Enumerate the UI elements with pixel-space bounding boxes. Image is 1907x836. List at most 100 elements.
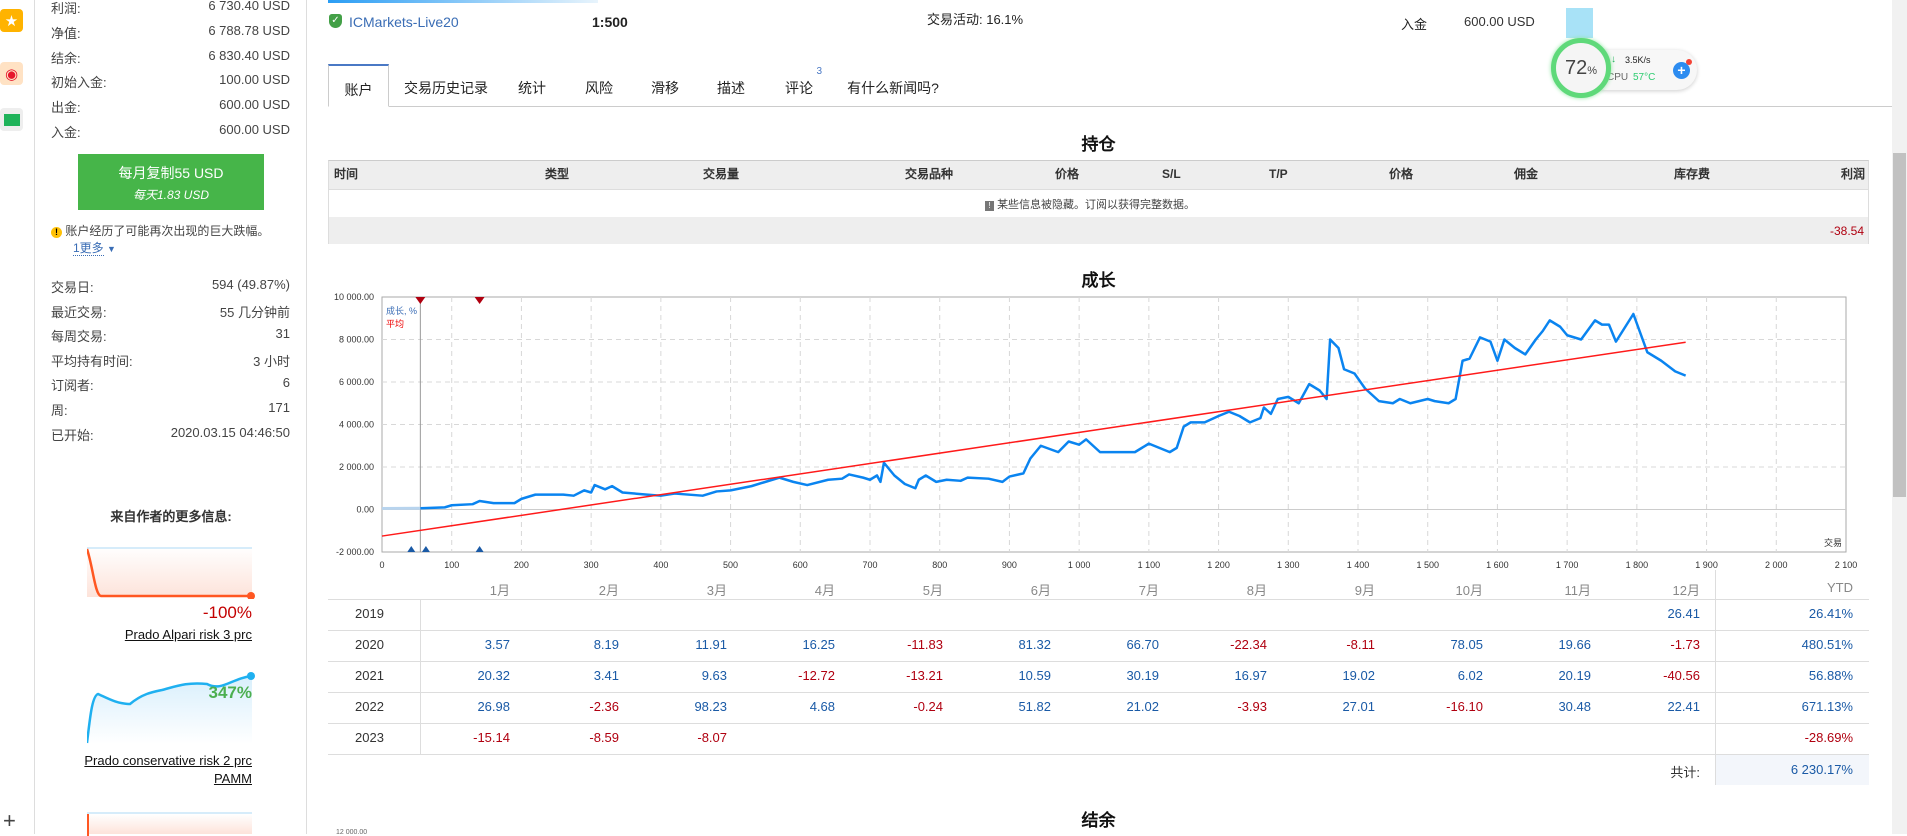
signal-1-link[interactable]: Prado Alpari risk 3 prc <box>82 627 252 642</box>
mail-icon[interactable] <box>0 108 23 131</box>
x-tick-label: 900 <box>1002 560 1017 570</box>
stat-row: 利润:6 730.40 USD <box>51 0 290 17</box>
x-tick-label: 1 500 <box>1416 560 1439 570</box>
row-divider <box>328 661 1869 662</box>
stat-row: 平均持有时间:3 小时 <box>51 351 290 370</box>
stat-label: 交易日: <box>51 277 94 296</box>
server-name[interactable]: ICMarkets-Live20 <box>349 14 459 30</box>
signal-chart-2[interactable] <box>87 668 252 744</box>
tab-1[interactable]: 交易历史记录 <box>396 64 496 107</box>
x-tick-label: 1 800 <box>1626 560 1649 570</box>
tab-2[interactable]: 统计 <box>506 64 558 107</box>
month-return: 16.97 <box>1187 668 1267 683</box>
x-tick-label: 1 600 <box>1486 560 1509 570</box>
month-return: 19.66 <box>1511 637 1591 652</box>
tab-0[interactable]: 账户 <box>328 64 389 107</box>
verified-check-icon: ✓ <box>329 14 342 28</box>
header-bar-fragment <box>328 0 598 3</box>
positions-total-row <box>329 217 1868 244</box>
stat-value: 600.00 USD <box>219 97 290 116</box>
balance-chart-top-tick: 12 000.00 <box>336 829 367 836</box>
signal-chart-3[interactable] <box>87 812 252 834</box>
stat-label: 周: <box>51 400 68 419</box>
tab-label: 交易历史记录 <box>404 80 488 96</box>
month-header: 8月 <box>1187 580 1267 599</box>
year-label: 2019 <box>355 606 384 621</box>
tab-label: 描述 <box>717 80 745 96</box>
memory-usage-gauge[interactable]: 72% <box>1551 38 1611 98</box>
star-icon[interactable]: ★ <box>0 9 23 32</box>
positions-column-header: T/P <box>1269 160 1288 189</box>
stat-value: 600.00 USD <box>219 122 290 141</box>
x-tick-label: 1 300 <box>1277 560 1300 570</box>
chevron-down-icon[interactable]: ▼ <box>107 244 116 254</box>
stat-label: 净值: <box>51 23 81 42</box>
year-label: 2023 <box>355 730 384 745</box>
row-divider <box>328 692 1869 693</box>
tab-6[interactable]: 评论3 <box>770 64 828 107</box>
positions-column-header: 价格 <box>1389 160 1413 189</box>
x-tick-label: 100 <box>444 560 459 570</box>
signal-2-growth: 347% <box>150 683 252 703</box>
y-tick-label: 10 000.00 <box>334 292 374 302</box>
month-header: 5月 <box>863 580 943 599</box>
year-label: 2022 <box>355 699 384 714</box>
tab-5[interactable]: 描述 <box>704 64 758 107</box>
stat-label: 最近交易: <box>51 302 107 321</box>
tab-bar-border <box>328 106 1892 107</box>
stat-row: 最近交易:55 几分钟前 <box>51 302 290 321</box>
scrollbar-thumb[interactable] <box>1893 153 1906 497</box>
more-link[interactable]: 1更多 <box>73 241 104 256</box>
positions-column-header: S/L <box>1162 160 1181 189</box>
signal-chart-1[interactable] <box>87 547 252 599</box>
total-value: 6 230.17% <box>1773 762 1853 777</box>
tab-label: 滑移 <box>651 80 679 96</box>
stat-value: 594 (49.87%) <box>212 277 290 296</box>
tab-3[interactable]: 风险 <box>572 64 626 107</box>
legend-growth: 成长, % <box>386 305 417 316</box>
ytd-header: YTD <box>1773 580 1853 595</box>
leverage: 1:500 <box>592 14 628 30</box>
stat-value: 6 830.40 USD <box>208 48 290 67</box>
month-return: 26.98 <box>430 699 510 714</box>
stat-value: 100.00 USD <box>219 72 290 91</box>
tab-label: 有什么新闻吗? <box>847 80 939 96</box>
positions-total-profit: -38.54 <box>1760 224 1864 238</box>
weibo-icon[interactable]: ◉ <box>0 62 23 85</box>
month-return: 27.01 <box>1295 699 1375 714</box>
stat-row: 初始入金:100.00 USD <box>51 72 290 91</box>
row-divider <box>328 754 1869 755</box>
month-header: 2月 <box>539 580 619 599</box>
plus-icon[interactable]: + <box>3 808 16 834</box>
month-header: 9月 <box>1295 580 1375 599</box>
x-tick-label: 800 <box>932 560 947 570</box>
x-tick-label: 0 <box>379 560 384 570</box>
month-header: 4月 <box>755 580 835 599</box>
x-tick-label: 1 400 <box>1347 560 1370 570</box>
year-label: 2020 <box>355 637 384 652</box>
month-return: 11.91 <box>647 637 727 652</box>
deposit-value: 600.00 USD <box>1464 14 1535 29</box>
copy-monthly-price: 每月复制55 USD <box>118 165 223 181</box>
month-header: 7月 <box>1079 580 1159 599</box>
tab-label: 评论 <box>785 80 813 96</box>
copy-subscribe-button[interactable]: 每月复制55 USD 每天1.83 USD <box>78 154 264 210</box>
signal-2-link[interactable]: Prado conservative risk 2 prc PAMM <box>82 752 252 788</box>
tab-4[interactable]: 滑移 <box>638 64 692 107</box>
growth-chart[interactable]: 01002003004005006007008009001 0001 1001 … <box>320 285 1880 575</box>
year-col-divider <box>420 599 421 754</box>
month-return: 21.02 <box>1079 699 1159 714</box>
x-tick-label: 1 900 <box>1695 560 1718 570</box>
month-return: 78.05 <box>1403 637 1483 652</box>
stat-label: 订阅者: <box>51 375 94 394</box>
month-return: -13.21 <box>863 668 943 683</box>
percent-sign: % <box>1587 65 1597 77</box>
month-return: 10.59 <box>971 668 1051 683</box>
tab-7[interactable]: 有什么新闻吗? <box>838 64 948 107</box>
stat-label: 结余: <box>51 48 81 67</box>
stat-value: 31 <box>276 326 290 345</box>
stat-label: 平均持有时间: <box>51 351 133 370</box>
stat-value: 6 788.78 USD <box>208 23 290 42</box>
tab-label: 统计 <box>518 80 546 96</box>
stat-row: 订阅者:6 <box>51 375 290 394</box>
